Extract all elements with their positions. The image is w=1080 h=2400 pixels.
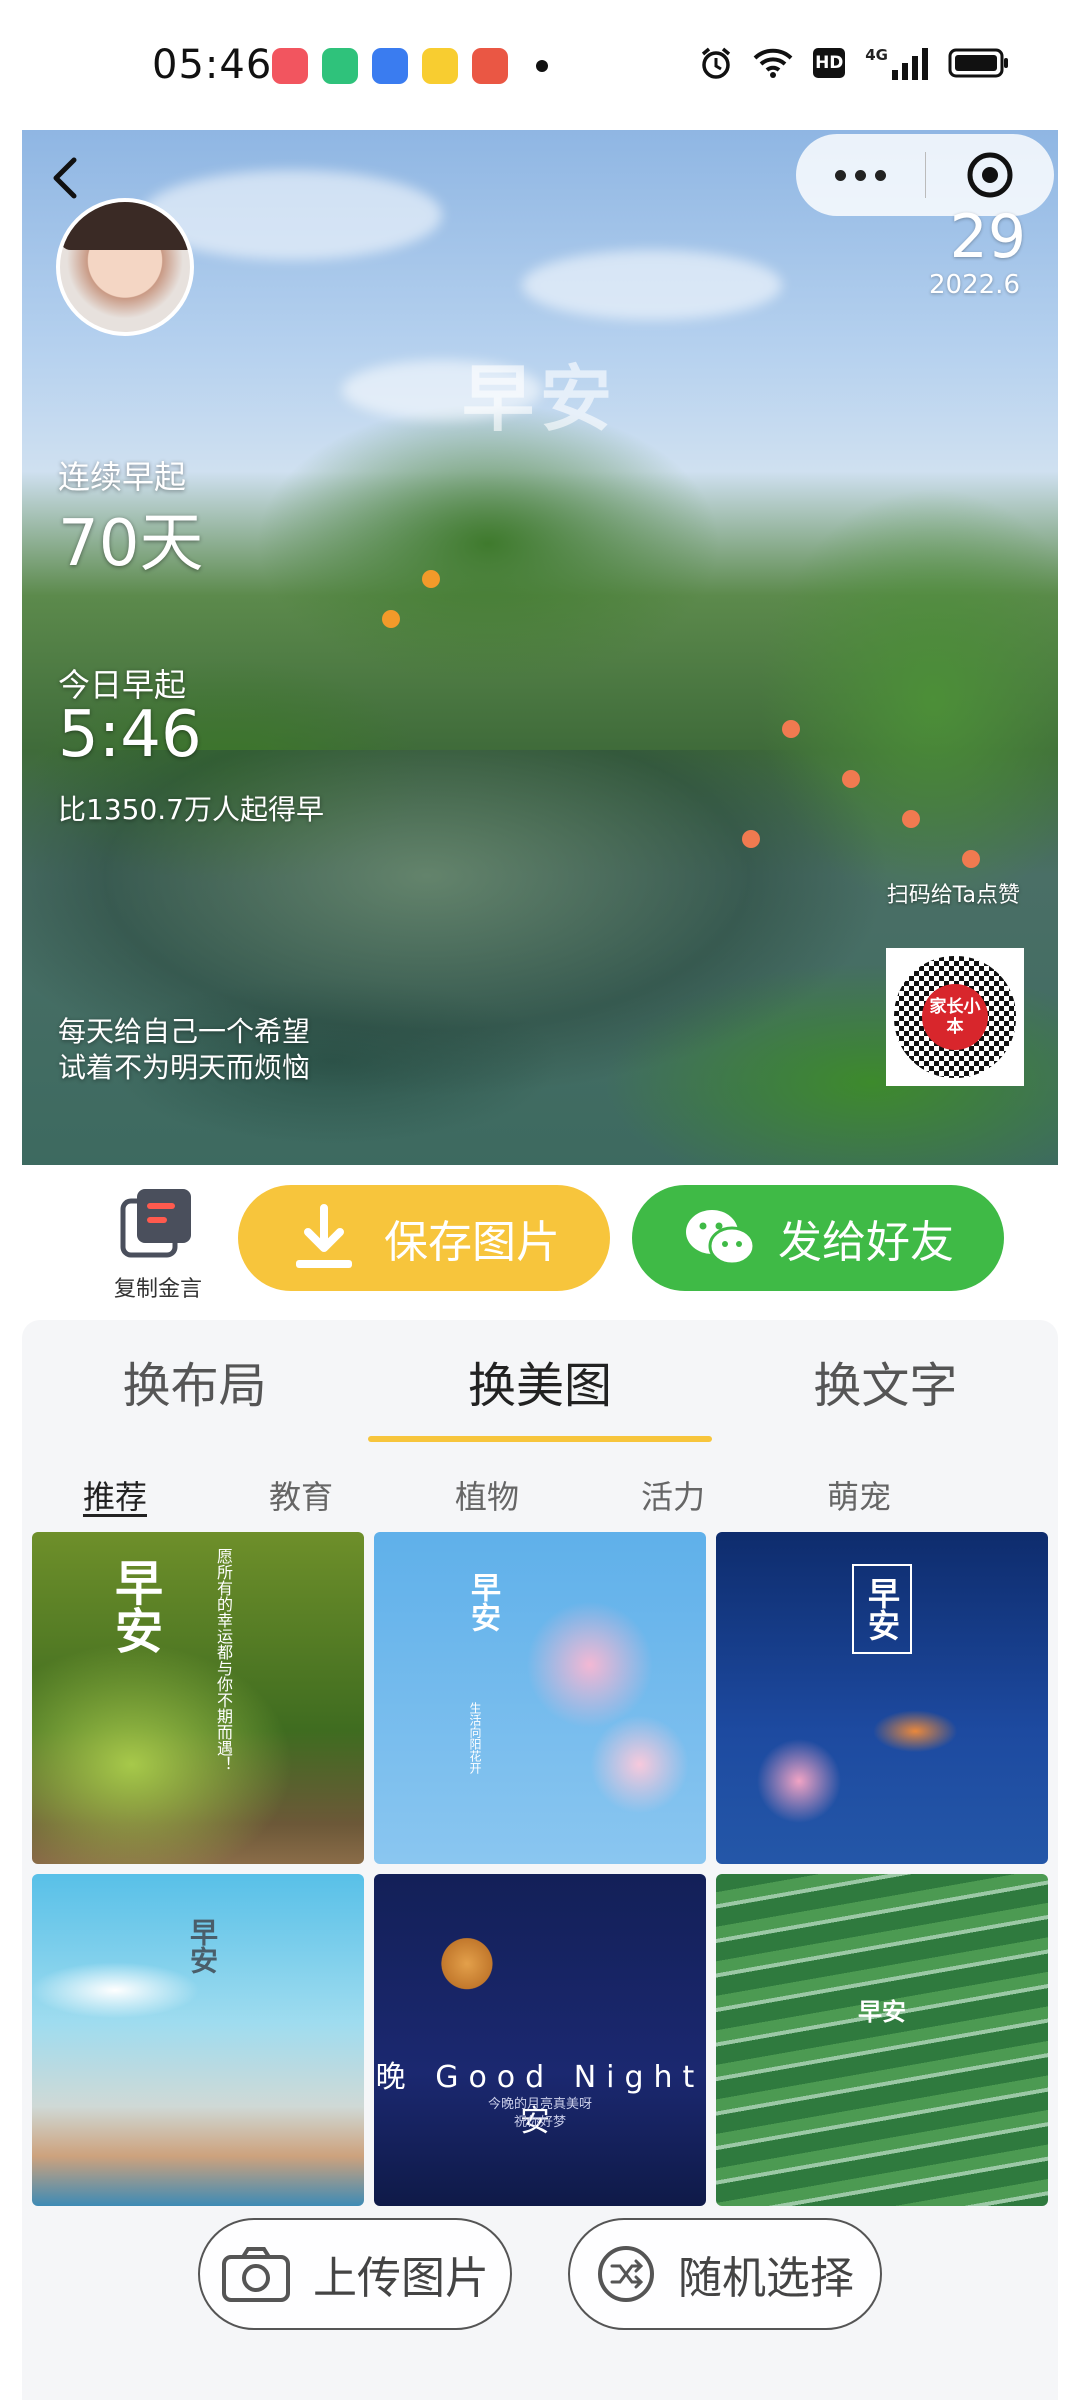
image-option[interactable]: 晚 Good Night 安 今晚的月亮真美呀 祝你好梦 (374, 1874, 706, 2206)
streak-value: 70天 (58, 507, 204, 581)
app-notification-icon (322, 48, 358, 84)
camera-icon (222, 2247, 290, 2302)
random-select-button[interactable]: 随机选择 (568, 2218, 882, 2330)
image-option[interactable]: 早安 生活向阳花开 (374, 1532, 706, 1864)
action-bar: 复制金言 保存图片 发给好友 (0, 1165, 1080, 1315)
thumb-title: 早安 (852, 1564, 912, 1654)
save-image-button[interactable]: 保存图片 (238, 1185, 610, 1291)
notification-app-icons (272, 48, 548, 84)
upload-image-label: 上传图片 (313, 2253, 489, 2304)
image-option[interactable]: 早安 愿所有的幸运都与你不期而遇！ (32, 1532, 364, 1864)
hd-label: HD (815, 53, 844, 73)
close-miniprogram-icon[interactable] (926, 150, 1054, 200)
image-option[interactable]: 早安 (32, 1874, 364, 2206)
random-select-label: 随机选择 (678, 2253, 854, 2304)
thumb-text-line-1: 今晚的月亮真美呀 (487, 2097, 592, 2112)
thumb-text-line-2: 祝你好梦 (513, 2115, 566, 2130)
status-time: 05:46 (152, 42, 273, 88)
app-notification-icon (422, 48, 458, 84)
status-bar: 05:46 HD 4G (0, 0, 1080, 130)
date-year-month: 2022.6 (929, 270, 1020, 300)
thumb-title: 早安 (186, 1918, 219, 1974)
send-to-friend-label: 发给好友 (778, 1217, 954, 1268)
thumb-text: 生活向阳花开 (468, 1702, 482, 1774)
copy-quote-label: 复制金言 (113, 1277, 202, 1302)
tab-change-image[interactable]: 换美图 (367, 1320, 712, 1442)
qr-code: 家长小本 (886, 948, 1024, 1086)
morning-card-preview: 29 2022.6 早安 连续早起 70天 今日早起 5:46 比1350.7万… (22, 130, 1058, 1165)
hd-icon: HD (813, 48, 846, 78)
thumb-title: 早安 (106, 1558, 162, 1654)
bottom-actions: 上传图片 随机选择 (0, 2218, 1080, 2348)
category-tabs: 推荐 教育 植物 活力 萌宠 (22, 1460, 1058, 1530)
thumb-title: 早安 (858, 1998, 906, 2026)
battery-icon (948, 48, 1008, 78)
greeting-title: 早安 (461, 357, 618, 441)
rank-text: 比1350.7万人起得早 (58, 793, 324, 826)
thumb-text: 愿所有的幸运都与你不期而遇！ (214, 1548, 233, 1772)
upload-image-button[interactable]: 上传图片 (198, 2218, 512, 2330)
app-notification-icon (472, 48, 508, 84)
wechat-icon (686, 1210, 756, 1266)
quote-line-1: 每天给自己一个希望 (58, 1015, 311, 1048)
category-plants[interactable]: 植物 (394, 1460, 580, 1530)
back-arrow-icon[interactable] (36, 148, 96, 208)
save-image-label: 保存图片 (384, 1217, 560, 1268)
quote-line-2: 试着不为明天而烦恼 (58, 1051, 311, 1084)
wifi-icon (753, 48, 793, 78)
tab-change-text[interactable]: 换文字 (713, 1320, 1058, 1440)
qr-logo: 家长小本 (922, 984, 988, 1050)
app-notification-icon (372, 48, 408, 84)
image-option[interactable]: 早安 (716, 1532, 1048, 1864)
image-option[interactable]: 早安 (716, 1874, 1048, 2206)
send-to-friend-button[interactable]: 发给好友 (632, 1185, 1004, 1291)
category-pets[interactable]: 萌宠 (766, 1460, 952, 1530)
copy-icon (120, 1189, 191, 1258)
network-label: 4G (865, 46, 888, 64)
today-time: 5:46 (58, 698, 202, 772)
image-grid: 早安 愿所有的幸运都与你不期而遇！ 早安 生活向阳花开 早安 早安 晚 Good… (32, 1532, 1048, 2206)
thumb-text: 今晚的月亮真美呀 祝你好梦 (374, 2096, 706, 2132)
tab-change-layout[interactable]: 换布局 (22, 1320, 367, 1440)
category-energy[interactable]: 活力 (580, 1460, 766, 1530)
more-options-icon[interactable] (796, 169, 925, 181)
category-recommended[interactable]: 推荐 (22, 1460, 208, 1530)
system-icons: HD 4G (699, 46, 1010, 80)
date-day: 29 (949, 202, 1026, 272)
user-avatar[interactable] (56, 198, 194, 336)
more-notifications-dot-icon (536, 60, 548, 72)
app-notification-icon (272, 48, 308, 84)
download-icon (296, 1204, 352, 1268)
category-education[interactable]: 教育 (208, 1460, 394, 1530)
scan-prompt: 扫码给Ta点赞 (886, 883, 1020, 908)
copy-quote-button[interactable]: 复制金言 (104, 1185, 212, 1303)
alarm-icon (702, 47, 731, 79)
shuffle-icon (598, 2246, 654, 2302)
4g-signal-icon: 4G (865, 46, 928, 80)
edit-tabs: 换布局 换美图 换文字 (22, 1320, 1058, 1442)
thumb-title: 早安 (465, 1572, 500, 1632)
